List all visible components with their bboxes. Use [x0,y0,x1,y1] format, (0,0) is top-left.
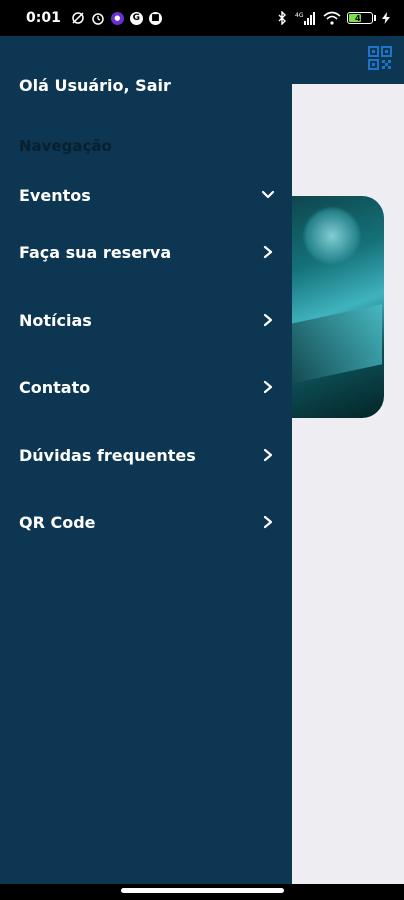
battery-icon: 48 [347,12,373,24]
dnd-off-icon [71,11,85,25]
qr-code-button[interactable] [366,44,394,72]
app-notification-icon: ● [110,11,124,25]
wifi-icon [323,11,341,25]
nav-item-reserva[interactable]: Faça sua reserva [0,232,292,272]
nav-section-title: Navegação [19,137,112,155]
nav-item-noticias[interactable]: Notícias [0,300,292,340]
navigation-drawer: Olá Usuário, Sair Navegação Eventos Faça… [0,36,292,884]
alarm-icon [91,11,105,25]
chevron-right-icon [261,313,275,327]
nav-item-eventos[interactable]: Eventos [0,175,292,215]
app: Olá Usuário, Sair Navegação Eventos Faça… [0,36,404,884]
system-nav-bar [0,884,404,900]
nav-item-label: Eventos [19,185,91,205]
chevron-down-icon [261,188,275,202]
greeting-logout-link[interactable]: Olá Usuário, Sair [19,76,171,95]
nav-item-contato[interactable]: Contato [0,367,292,407]
charging-icon [382,11,390,25]
nav-item-label: Notícias [19,310,92,330]
status-right: 4G 48 [275,11,390,25]
nav-item-duvidas[interactable]: Dúvidas frequentes [0,435,292,475]
chevron-right-icon [261,245,275,259]
bluetooth-icon [275,11,289,25]
status-time: 0:01 [26,10,61,26]
battery-level: 48 [355,13,367,23]
chevron-right-icon [261,515,275,529]
status-bar: 0:01 ● G ■ 4G 48 [0,0,404,36]
google-icon: G [129,11,143,25]
chevron-right-icon [261,380,275,394]
nav-item-label: Contato [19,377,91,397]
home-indicator[interactable] [121,888,284,893]
battery-cap [374,15,376,21]
nav-item-label: QR Code [19,512,96,532]
chevron-right-icon [261,448,275,462]
nav-item-qr-code[interactable]: QR Code [0,502,292,542]
nav-item-label: Dúvidas frequentes [19,445,196,465]
status-left: 0:01 ● G ■ [26,10,162,26]
network-type-label: 4G [295,12,304,19]
qr-code-icon [368,46,392,70]
banner-detail [302,206,362,266]
signal-icon: 4G [295,11,317,25]
nav-item-label: Faça sua reserva [19,242,172,262]
notification-dot-icon: ■ [148,11,162,25]
